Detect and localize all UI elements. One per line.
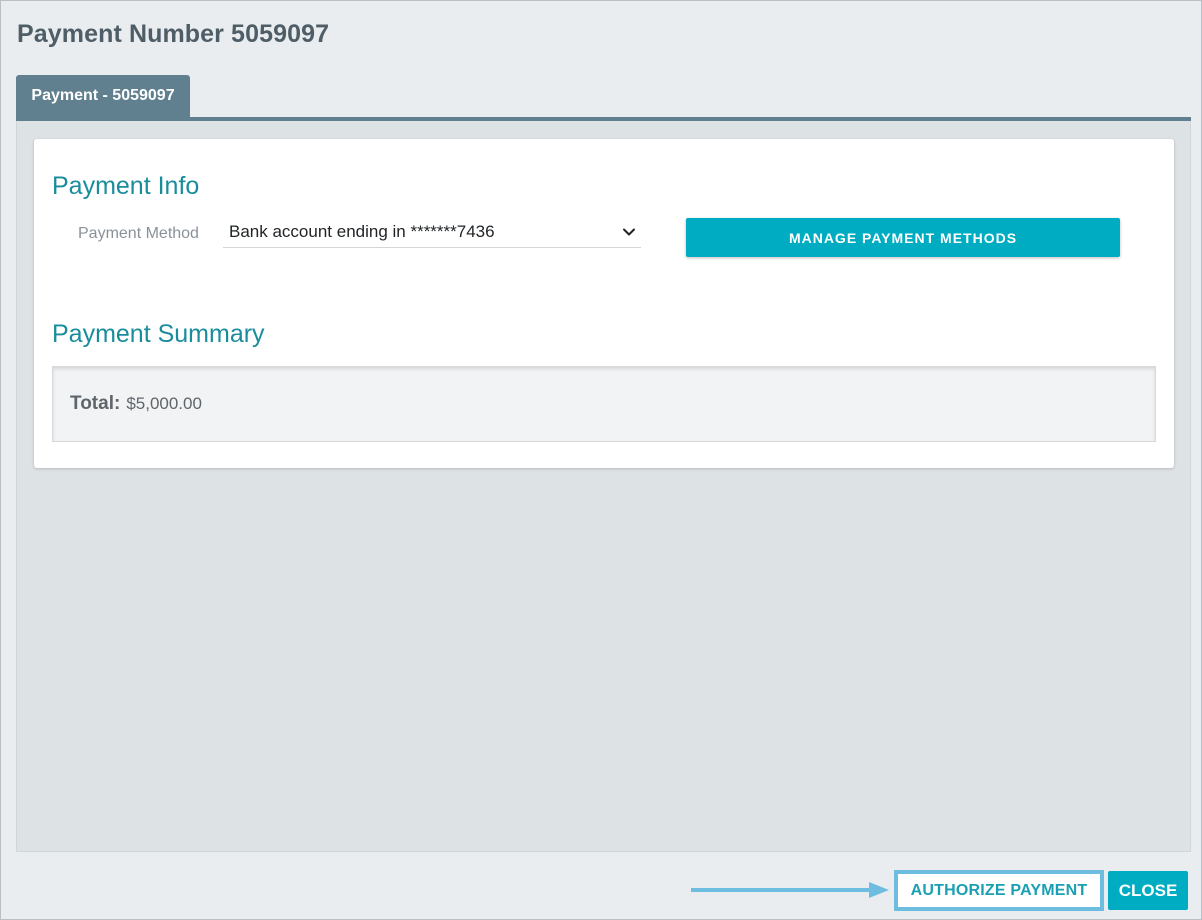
- payment-card: Payment Info Payment Method Bank account…: [34, 139, 1174, 468]
- authorize-payment-button[interactable]: AUTHORIZE PAYMENT: [894, 870, 1104, 911]
- payment-summary-heading: Payment Summary: [52, 320, 265, 348]
- payment-method-select[interactable]: Bank account ending in *******7436: [223, 219, 641, 248]
- authorize-payment-label: AUTHORIZE PAYMENT: [910, 881, 1088, 899]
- total-value: $5,000.00: [126, 394, 202, 413]
- payment-method-label: Payment Method: [78, 225, 199, 242]
- chevron-down-icon: [623, 228, 635, 236]
- payment-summary-box: Total: $5,000.00: [52, 366, 1156, 442]
- payment-info-heading: Payment Info: [52, 172, 200, 200]
- payment-dialog: Payment Number 5059097 Payment - 5059097…: [0, 0, 1202, 920]
- manage-payment-methods-button[interactable]: MANAGE PAYMENT METHODS: [686, 218, 1120, 257]
- tab-payment[interactable]: Payment - 5059097: [16, 75, 190, 117]
- dialog-title: Payment Number 5059097: [17, 20, 330, 48]
- close-button[interactable]: CLOSE: [1108, 871, 1188, 910]
- total-label: Total:: [70, 393, 121, 414]
- payment-method-value: Bank account ending in *******7436: [229, 222, 495, 241]
- tab-label: Payment - 5059097: [31, 87, 175, 104]
- arrow-right-icon: [691, 882, 889, 898]
